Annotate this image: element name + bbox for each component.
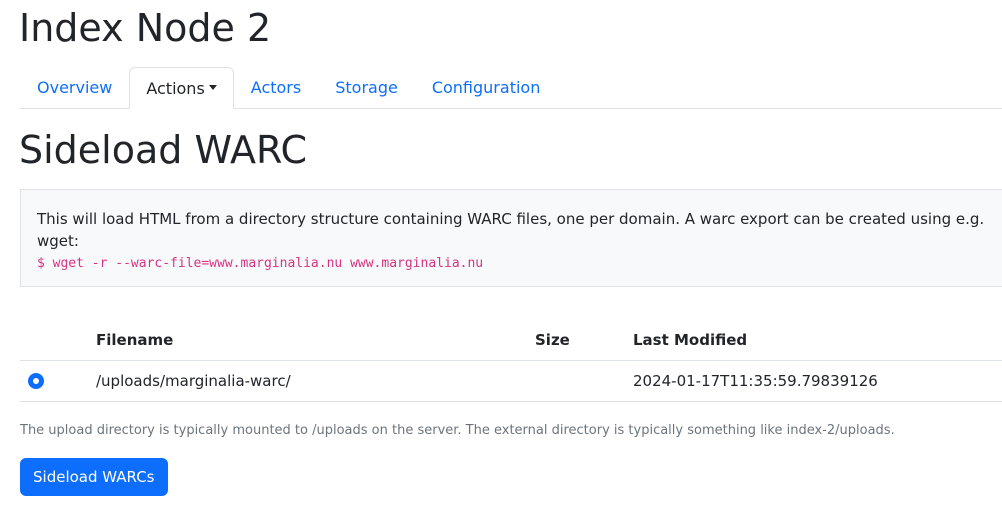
tab-actors-label: Actors <box>250 78 302 97</box>
file-table: Filename Size Last Modified /uploads/mar… <box>20 320 1002 402</box>
tab-actors[interactable]: Actors <box>234 67 318 108</box>
caret-down-icon <box>208 84 217 90</box>
info-panel: This will load HTML from a directory str… <box>20 189 1002 287</box>
wget-command: $ wget -r --warc-file=www.marginalia.nu … <box>37 256 484 271</box>
tab-actions[interactable]: Actions <box>129 67 234 109</box>
tab-storage-label: Storage <box>335 78 398 97</box>
last-modified-cell: 2024-01-17T11:35:59.79839126 <box>633 360 1002 402</box>
filename-column-header: Filename <box>96 320 535 361</box>
tab-configuration[interactable]: Configuration <box>415 67 558 108</box>
tab-storage[interactable]: Storage <box>318 67 415 108</box>
size-column-header: Size <box>535 320 633 361</box>
sideload-warcs-button[interactable]: Sideload WARCs <box>20 458 168 496</box>
page: Index Node 2 Overview Actions Actors Sto… <box>0 0 1002 518</box>
nav-tabs: Overview Actions Actors Storage Configur… <box>20 67 1002 109</box>
info-description: This will load HTML from a directory str… <box>37 210 985 250</box>
select-column-header <box>20 320 96 361</box>
file-radio-button[interactable] <box>28 373 44 389</box>
page-title: Index Node 2 <box>19 6 272 50</box>
tab-configuration-label: Configuration <box>431 78 541 97</box>
table-row[interactable]: /uploads/marginalia-warc/ 2024-01-17T11:… <box>20 360 1002 402</box>
help-text: The upload directory is typically mounte… <box>20 423 895 438</box>
tab-overview[interactable]: Overview <box>20 67 129 108</box>
row-select-cell <box>20 360 96 402</box>
section-title: Sideload WARC <box>19 128 308 172</box>
tab-overview-label: Overview <box>37 78 113 97</box>
table-header-row: Filename Size Last Modified <box>20 320 1002 361</box>
filename-cell: /uploads/marginalia-warc/ <box>96 360 535 402</box>
size-cell <box>535 360 633 402</box>
last-modified-column-header: Last Modified <box>633 320 1002 361</box>
tab-actions-label: Actions <box>146 78 205 98</box>
